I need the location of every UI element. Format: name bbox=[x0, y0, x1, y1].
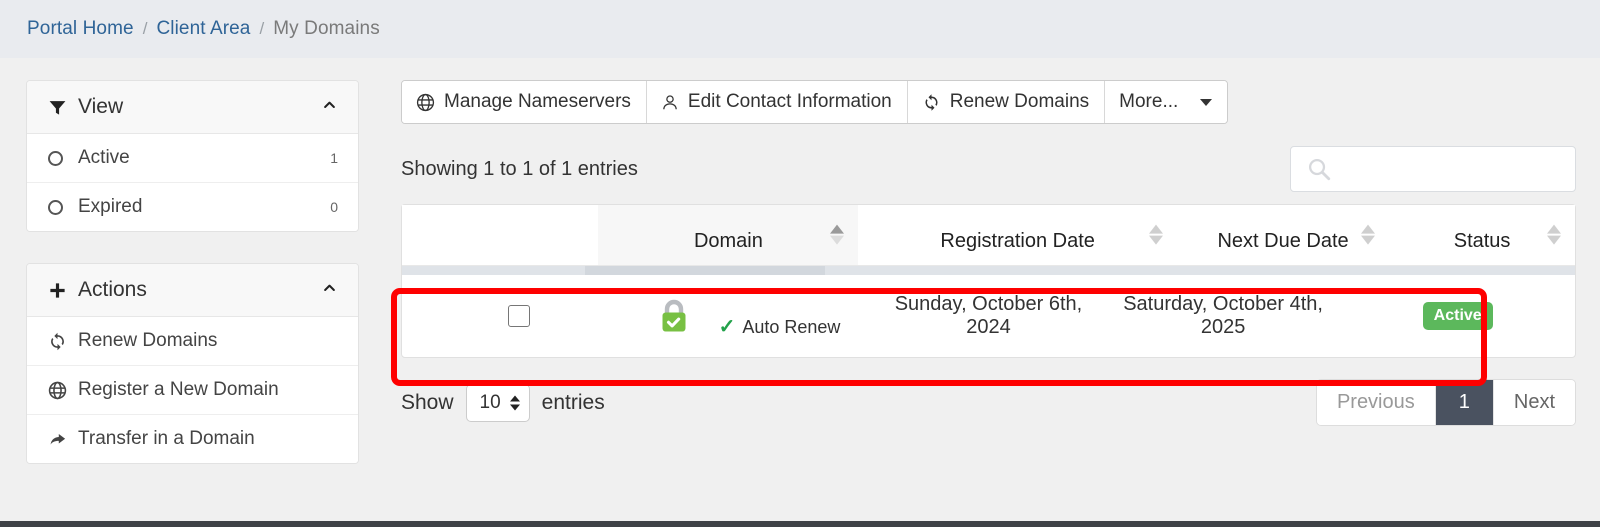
sidebar-item-renew-domains[interactable]: Renew Domains bbox=[27, 317, 358, 366]
sort-arrows-icon bbox=[1547, 224, 1561, 245]
table-header-registration-date-label: Registration Date bbox=[940, 230, 1095, 252]
pagination-page-1[interactable]: 1 bbox=[1435, 380, 1494, 425]
show-label: Show bbox=[401, 390, 454, 414]
sidebar-item-active-label: Active bbox=[78, 147, 130, 168]
entries-label: entries bbox=[541, 390, 605, 414]
breadcrumb: Portal Home / Client Area / My Domains bbox=[0, 0, 1600, 58]
filter-icon bbox=[48, 98, 74, 117]
row-select-cell bbox=[402, 275, 637, 357]
check-icon: ✓ bbox=[718, 316, 736, 338]
row-domain-cell: ✓ Auto Renew bbox=[637, 275, 872, 357]
auto-renew-label: Auto Renew bbox=[742, 316, 841, 337]
row-next-due-date: Saturday, October 4th, 2025 bbox=[1123, 293, 1323, 338]
manage-nameservers-label: Manage Nameservers bbox=[444, 91, 631, 112]
row-registration-date: Sunday, October 6th, 2024 bbox=[894, 293, 1083, 338]
sidebar-item-register-new-domain-label: Register a New Domain bbox=[78, 379, 279, 400]
radio-circle-icon bbox=[48, 150, 74, 166]
table-footer: Show 10 entries Previous 1 Next bbox=[401, 379, 1576, 426]
sidebar-panel-actions-title: Actions bbox=[78, 278, 147, 301]
search-input[interactable] bbox=[1332, 157, 1574, 181]
domain-name-label[interactable] bbox=[719, 295, 841, 315]
sidebar-item-expired-count: 0 bbox=[330, 199, 338, 215]
sort-arrows-icon bbox=[1148, 224, 1163, 245]
page-footer-bar bbox=[0, 521, 1600, 527]
edit-contact-information-label: Edit Contact Information bbox=[687, 91, 892, 112]
sidebar-panel-view-header[interactable]: View bbox=[27, 81, 358, 134]
sidebar-item-active-count: 1 bbox=[330, 150, 338, 166]
renew-domains-label: Renew Domains bbox=[949, 91, 1090, 112]
sidebar-panel-view: View Active 1 Expired 0 bbox=[26, 80, 359, 232]
page-length-control: Show 10 entries bbox=[401, 383, 605, 422]
caret-down-icon bbox=[1200, 98, 1213, 106]
table-horizontal-scrollbar[interactable] bbox=[402, 265, 1575, 275]
sidebar-item-transfer-in-domain-label: Transfer in a Domain bbox=[78, 428, 255, 449]
table-search-box[interactable] bbox=[1290, 146, 1576, 192]
breadcrumb-item-my-domains: My Domains bbox=[273, 18, 380, 39]
sidebar-panel-actions: Actions Renew Domains Register a New Dom… bbox=[26, 263, 359, 464]
plus-icon bbox=[48, 281, 74, 300]
sidebar-item-active[interactable]: Active 1 bbox=[27, 134, 358, 183]
table-header-status[interactable]: Status bbox=[1389, 205, 1575, 265]
chevron-up-icon[interactable] bbox=[319, 280, 340, 300]
domain-action-toolbar: Manage Nameservers Edit Contact Informat… bbox=[401, 80, 1229, 124]
sidebar-panel-view-title: View bbox=[78, 95, 124, 118]
domain-info: ✓ Auto Renew bbox=[711, 295, 841, 338]
sidebar-item-register-new-domain[interactable]: Register a New Domain bbox=[27, 366, 358, 415]
table-showing-entries: Showing 1 to 1 of 1 entries bbox=[401, 157, 638, 180]
auto-renew-status: ✓ Auto Renew bbox=[719, 317, 841, 338]
more-dropdown-button[interactable]: More... bbox=[1105, 81, 1228, 123]
breadcrumb-item-client-area[interactable]: Client Area bbox=[156, 18, 250, 40]
sort-arrows-icon bbox=[1361, 224, 1376, 245]
table-header-domain[interactable]: Domain bbox=[598, 205, 859, 265]
table-header-domain-label: Domain bbox=[693, 230, 763, 252]
page-length-value: 10 bbox=[479, 391, 501, 413]
arrow-share-icon bbox=[48, 430, 74, 449]
table-header-next-due-date-label: Next Due Date bbox=[1217, 230, 1349, 252]
main-content: Manage Nameservers Edit Contact Informat… bbox=[359, 80, 1576, 495]
globe-icon bbox=[48, 381, 74, 400]
sort-arrows-icon bbox=[830, 224, 845, 245]
sidebar-item-transfer-in-domain[interactable]: Transfer in a Domain bbox=[27, 415, 358, 463]
more-dropdown-label: More... bbox=[1119, 91, 1179, 112]
table-header-next-due-date[interactable]: Next Due Date bbox=[1176, 205, 1390, 265]
domains-table: Domain Registration Date Next Due Date S… bbox=[401, 204, 1576, 358]
row-status-cell: Active bbox=[1340, 275, 1575, 357]
edit-contact-information-button[interactable]: Edit Contact Information bbox=[646, 81, 908, 123]
table-header-row: Domain Registration Date Next Due Date S… bbox=[402, 205, 1575, 265]
breadcrumb-item-portal-home[interactable]: Portal Home bbox=[27, 18, 134, 40]
table-header-select bbox=[402, 205, 599, 265]
table-header-registration-date[interactable]: Registration Date bbox=[858, 205, 1177, 265]
refresh-icon bbox=[922, 93, 941, 112]
sidebar-item-renew-domains-label: Renew Domains bbox=[78, 330, 218, 351]
domain-lock-status bbox=[637, 297, 711, 335]
green-padlock-checked-icon bbox=[657, 297, 691, 335]
table-row[interactable]: ✓ Auto Renew Sunday, October 6th, 2024 S… bbox=[402, 275, 1575, 357]
search-icon bbox=[1306, 156, 1332, 182]
sidebar: View Active 1 Expired 0 Actions Renew Do… bbox=[26, 80, 359, 495]
radio-circle-icon bbox=[48, 199, 74, 215]
sidebar-item-expired-label: Expired bbox=[78, 196, 143, 217]
refresh-icon bbox=[48, 332, 74, 351]
pagination: Previous 1 Next bbox=[1315, 379, 1576, 426]
sidebar-panel-actions-header[interactable]: Actions bbox=[27, 264, 358, 317]
manage-nameservers-button[interactable]: Manage Nameservers bbox=[402, 81, 647, 123]
breadcrumb-separator: / bbox=[142, 19, 148, 38]
pagination-next[interactable]: Next bbox=[1493, 380, 1575, 425]
user-icon bbox=[661, 93, 679, 112]
pagination-previous[interactable]: Previous bbox=[1316, 380, 1436, 425]
table-header-status-label: Status bbox=[1453, 230, 1511, 252]
scrollbar-thumb[interactable] bbox=[585, 266, 825, 275]
table-info-row: Showing 1 to 1 of 1 entries bbox=[401, 146, 1576, 192]
breadcrumb-separator: / bbox=[259, 19, 265, 38]
globe-icon bbox=[416, 93, 435, 112]
renew-domains-button[interactable]: Renew Domains bbox=[907, 81, 1106, 123]
page-length-select[interactable]: 10 bbox=[465, 383, 530, 422]
chevron-up-icon[interactable] bbox=[319, 97, 340, 117]
stepper-arrows-icon bbox=[509, 395, 520, 410]
page-content: View Active 1 Expired 0 Actions Renew Do… bbox=[0, 58, 1600, 495]
row-select-checkbox[interactable] bbox=[508, 305, 531, 328]
sidebar-item-expired[interactable]: Expired 0 bbox=[27, 183, 358, 231]
status-badge: Active bbox=[1422, 301, 1493, 331]
